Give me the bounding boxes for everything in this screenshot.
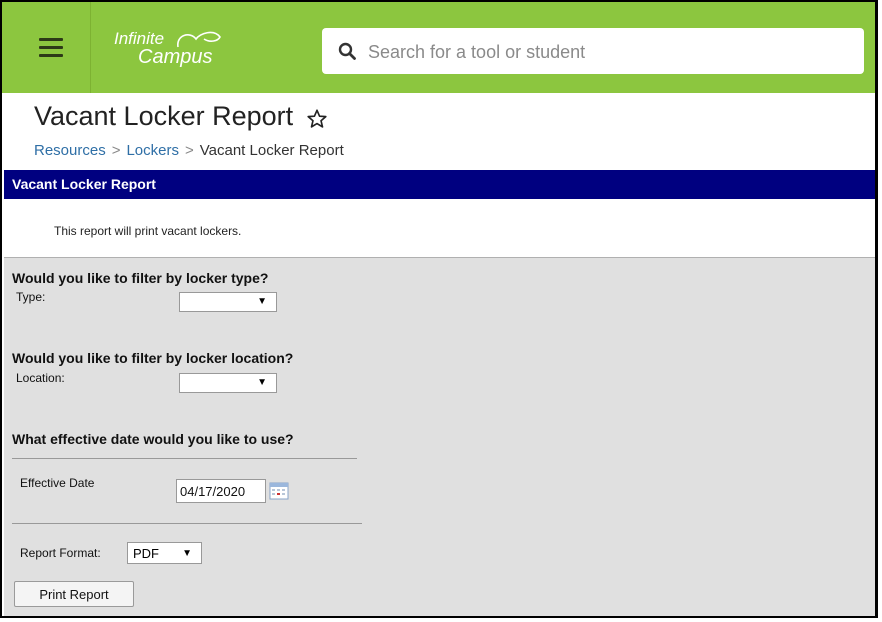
dropdown-arrow-icon: ▼ <box>257 296 267 307</box>
print-report-button[interactable]: Print Report <box>14 581 134 607</box>
top-bar: Infinite Campus <box>2 2 875 93</box>
search-input[interactable] <box>366 38 850 66</box>
report-format-value: PDF <box>133 546 159 561</box>
menu-area <box>2 2 91 93</box>
report-format-label: Report Format: <box>20 546 101 560</box>
report-description: This report will print vacant lockers. <box>54 224 242 238</box>
logo-swoosh-icon <box>177 31 221 48</box>
breadcrumb-resources[interactable]: Resources <box>34 142 106 159</box>
divider <box>12 523 362 524</box>
section-header: Vacant Locker Report <box>4 170 875 199</box>
calendar-icon[interactable] <box>269 482 289 500</box>
app-window: Infinite Campus Vacant Locker Report Res… <box>0 0 878 618</box>
page-title: Vacant Locker Report <box>34 101 294 131</box>
dropdown-arrow-icon: ▼ <box>182 548 192 559</box>
search-icon <box>338 42 356 60</box>
divider <box>12 458 357 459</box>
effective-date-label: Effective Date <box>20 476 95 490</box>
type-select[interactable]: ▼ <box>179 292 277 312</box>
dropdown-arrow-icon: ▼ <box>257 377 267 388</box>
breadcrumb-current: Vacant Locker Report <box>199 142 344 159</box>
infinite-campus-logo[interactable]: Infinite Campus <box>114 30 221 67</box>
favorite-star-icon[interactable] <box>306 108 328 130</box>
breadcrumb: Resources > Lockers > Vacant Locker Report <box>34 142 344 159</box>
breadcrumb-lockers[interactable]: Lockers <box>126 142 179 159</box>
location-filter-question: Would you like to filter by locker locat… <box>12 350 294 366</box>
report-format-select[interactable]: PDF ▼ <box>127 542 202 564</box>
effective-date-input[interactable]: 04/17/2020 <box>176 479 266 503</box>
type-label: Type: <box>16 290 46 304</box>
search-box[interactable] <box>322 28 864 74</box>
effective-date-question: What effective date would you like to us… <box>12 431 294 447</box>
type-filter-question: Would you like to filter by locker type? <box>12 270 269 286</box>
location-select[interactable]: ▼ <box>179 373 277 393</box>
hamburger-menu-icon[interactable] <box>39 38 63 57</box>
breadcrumb-separator-icon: > <box>185 142 194 159</box>
location-label: Location: <box>16 371 65 385</box>
breadcrumb-separator-icon: > <box>111 142 121 159</box>
report-form: Would you like to filter by locker type?… <box>4 257 875 616</box>
